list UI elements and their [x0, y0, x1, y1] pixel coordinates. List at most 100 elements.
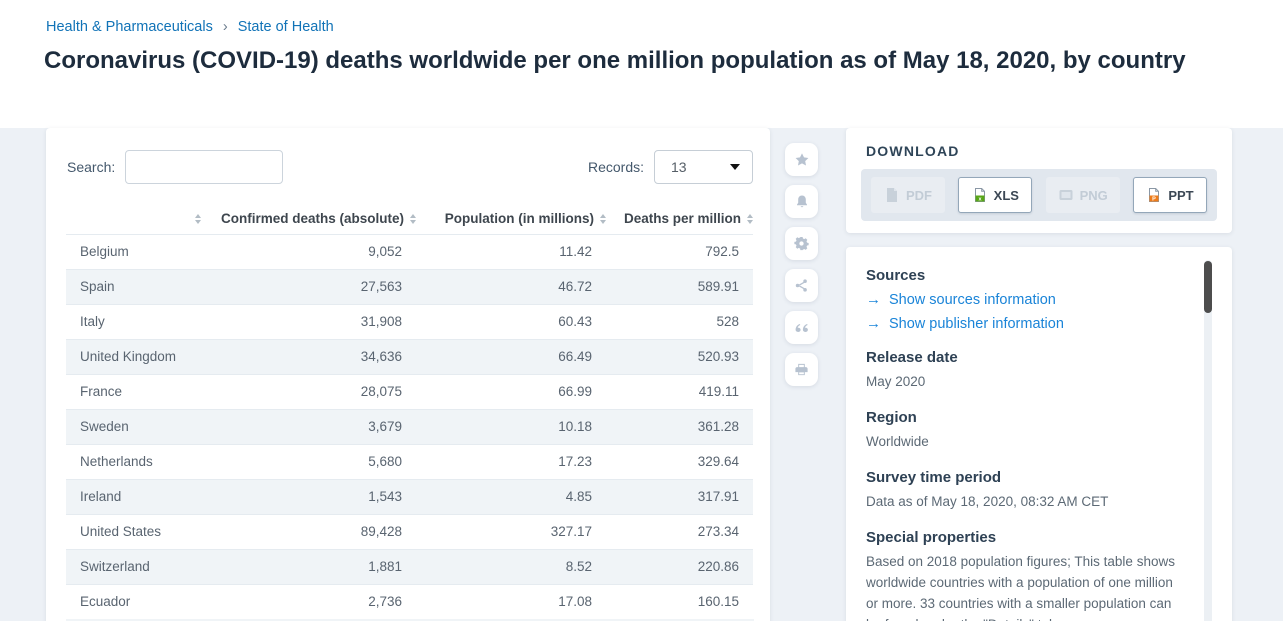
table-row: Italy 31,908 60.43 528	[66, 304, 753, 339]
link-label: Show publisher information	[889, 315, 1064, 332]
table-row: Ireland 1,543 4.85 317.91	[66, 479, 753, 514]
sort-icon[interactable]	[747, 213, 753, 224]
sources-block: Sources → Show sources information → Sho…	[866, 267, 1186, 332]
share-button[interactable]	[785, 269, 818, 302]
country-cell: Netherlands	[80, 454, 153, 469]
arrow-right-icon: →	[866, 315, 881, 332]
page-title: Coronavirus (COVID-19) deaths worldwide …	[44, 47, 1186, 74]
sort-icon[interactable]	[195, 213, 201, 224]
deaths-per-million-cell: 792.5	[705, 244, 739, 259]
special-properties-value: Based on 2018 population figures; This t…	[866, 554, 1175, 621]
print-icon	[795, 363, 808, 376]
column-header-population[interactable]: Population (in millions)	[416, 204, 606, 234]
star-icon	[795, 152, 808, 165]
column-header-deaths-per-million[interactable]: Deaths per million	[606, 204, 753, 234]
country-deaths-table: Confirmed deaths (absolute) Population (…	[66, 204, 753, 619]
country-cell: Belgium	[80, 244, 129, 259]
release-date-value: May 2020	[866, 374, 926, 389]
deaths-per-million-cell: 520.93	[697, 349, 739, 364]
release-date-heading: Release date	[866, 349, 958, 366]
settings-button[interactable]	[785, 227, 818, 260]
action-rail	[785, 143, 818, 386]
table-row: United Kingdom 34,636 66.49 520.93	[66, 339, 753, 374]
records-selected-value: 13	[671, 159, 687, 175]
confirmed-deaths-cell: 89,428	[360, 524, 402, 539]
deaths-per-million-cell: 329.64	[697, 454, 739, 469]
column-label: Population (in millions)	[444, 211, 594, 227]
population-cell: 66.99	[558, 384, 592, 399]
column-label: Deaths per million	[623, 211, 741, 227]
sort-icon[interactable]	[600, 213, 606, 224]
show-publisher-link[interactable]: → Show publisher information	[866, 315, 1186, 332]
table-row: Spain 27,563 46.72 589.91	[66, 269, 753, 304]
confirmed-deaths-cell: 27,563	[360, 279, 402, 294]
link-label: Show sources information	[889, 291, 1056, 308]
scrollbar-thumb[interactable]	[1204, 261, 1212, 313]
download-ppt-button[interactable]: P PPT	[1132, 177, 1207, 213]
table-row: Netherlands 5,680 17.23 329.64	[66, 444, 753, 479]
column-header-confirmed-deaths[interactable]: Confirmed deaths (absolute)	[201, 204, 416, 234]
records-label: Records:	[587, 159, 644, 175]
breadcrumb-separator: ›	[222, 19, 228, 35]
survey-period-value: Data as of May 18, 2020, 08:32 AM CET	[866, 494, 1109, 509]
region-value: Worldwide	[866, 434, 929, 449]
bell-icon	[796, 195, 807, 207]
statistic-page: Health & Pharmaceuticals › State of Heal…	[0, 0, 1283, 621]
chevron-down-icon	[730, 164, 740, 170]
country-cell: Italy	[80, 314, 105, 329]
deaths-per-million-cell: 589.91	[697, 279, 739, 294]
download-pdf-button: PDF	[871, 177, 945, 213]
confirmed-deaths-cell: 34,636	[360, 349, 402, 364]
download-buttons: PDF x XLS PNG P PPT	[861, 169, 1217, 221]
column-header-country[interactable]	[66, 204, 201, 234]
column-label: Confirmed deaths (absolute)	[220, 211, 404, 227]
confirmed-deaths-cell: 9,052	[368, 244, 402, 259]
cite-button[interactable]	[785, 311, 818, 344]
population-cell: 8.52	[565, 559, 592, 574]
breadcrumb: Health & Pharmaceuticals › State of Heal…	[46, 19, 334, 35]
confirmed-deaths-cell: 5,680	[368, 454, 402, 469]
country-cell: Spain	[80, 279, 115, 294]
download-button-label: XLS	[993, 187, 1019, 203]
confirmed-deaths-cell: 3,679	[368, 419, 402, 434]
breadcrumb-link-health-pharmaceuticals[interactable]: Health & Pharmaceuticals	[46, 19, 213, 35]
special-properties-heading: Special properties	[866, 529, 997, 546]
country-cell: United Kingdom	[80, 349, 177, 364]
table-row: Ecuador 2,736 17.08 160.15	[66, 584, 753, 619]
country-cell: Ireland	[80, 489, 122, 504]
scrollbar-track[interactable]	[1204, 260, 1212, 621]
png-file-icon	[1059, 190, 1073, 200]
table-controls: Search: Records: 13	[46, 128, 770, 184]
pdf-file-icon	[887, 188, 897, 202]
data-table-panel: Search: Records: 13 Confirmed deaths (ab…	[46, 128, 770, 621]
deaths-per-million-cell: 273.34	[697, 524, 739, 539]
quote-icon	[795, 323, 808, 332]
population-cell: 11.42	[559, 244, 592, 259]
ppt-file-icon: P	[1149, 188, 1160, 202]
special-properties-block: Special properties Based on 2018 populat…	[866, 529, 1186, 621]
show-sources-link[interactable]: → Show sources information	[866, 291, 1186, 308]
sort-icon[interactable]	[410, 213, 416, 224]
records-select[interactable]: 13	[654, 150, 753, 184]
table-row: Sweden 3,679 10.18 361.28	[66, 409, 753, 444]
download-button-label: PPT	[1168, 187, 1194, 203]
download-button-label: PDF	[906, 187, 932, 203]
download-heading: DOWNLOAD	[866, 143, 960, 159]
breadcrumb-link-state-of-health[interactable]: State of Health	[238, 19, 334, 35]
svg-text:P: P	[1152, 196, 1156, 202]
download-png-button: PNG	[1045, 177, 1120, 213]
deaths-per-million-cell: 419.11	[698, 384, 739, 399]
download-xls-button[interactable]: x XLS	[958, 177, 1033, 213]
survey-period-block: Survey time period Data as of May 18, 20…	[866, 469, 1186, 512]
print-button[interactable]	[785, 353, 818, 386]
country-cell: Switzerland	[80, 559, 150, 574]
country-cell: Sweden	[80, 419, 129, 434]
alert-button[interactable]	[785, 185, 818, 218]
arrow-right-icon: →	[866, 291, 881, 308]
deaths-per-million-cell: 317.91	[697, 489, 739, 504]
population-cell: 4.85	[565, 489, 592, 504]
table-row: United States 89,428 327.17 273.34	[66, 514, 753, 549]
search-input[interactable]	[125, 150, 284, 184]
favorite-button[interactable]	[785, 143, 818, 176]
region-block: Region Worldwide	[866, 409, 1186, 452]
